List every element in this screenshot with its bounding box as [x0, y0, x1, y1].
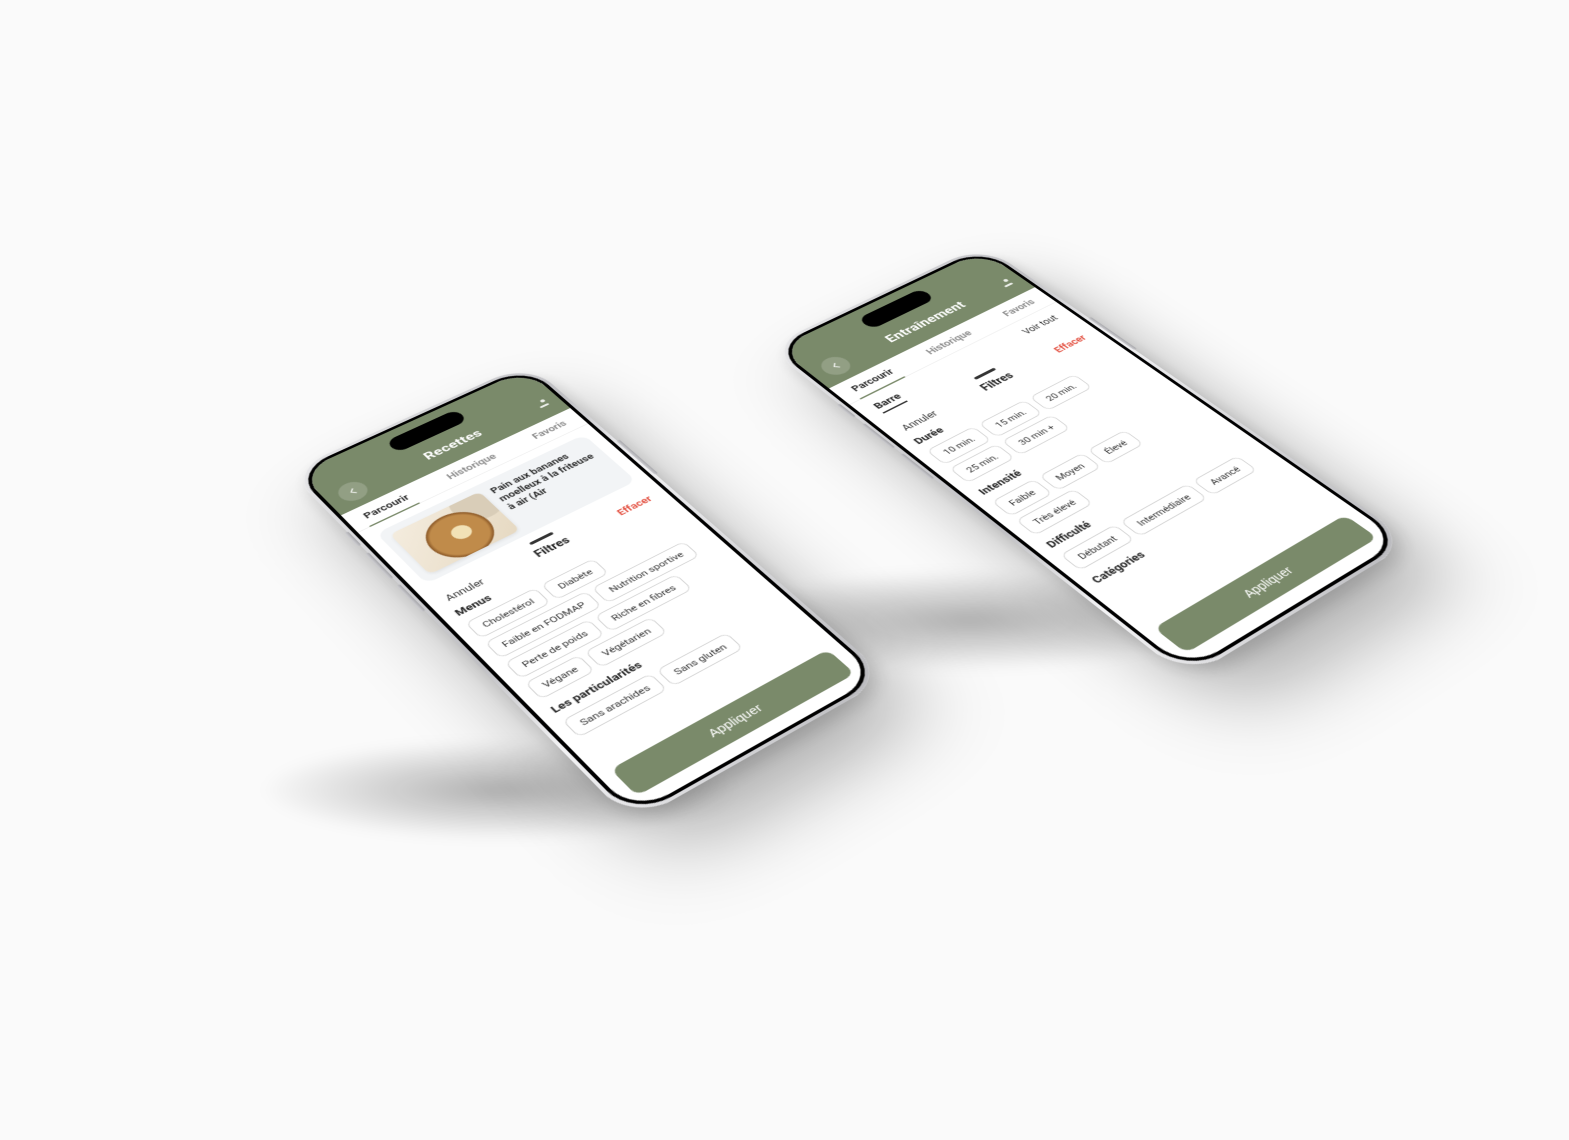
filter-chip[interactable]: Débutant — [1059, 524, 1133, 570]
filter-chip[interactable]: Cholestérol — [464, 587, 550, 638]
phone-entrainement: Entraînement Parcourir Historique Favori… — [766, 245, 1411, 679]
back-button[interactable] — [332, 478, 372, 505]
filter-group-title: Les particularités — [547, 592, 771, 715]
filter-group-title: Difficulté — [1043, 437, 1243, 550]
filter-chip[interactable]: Végane — [524, 654, 595, 699]
apply-button[interactable]: Appliquer — [1153, 515, 1377, 653]
filter-chip[interactable]: Faible — [991, 479, 1052, 516]
filter-chip[interactable]: Végétarien — [584, 617, 667, 668]
filter-group: DifficultéDébutantIntermédiaireAvancé — [1043, 437, 1270, 571]
filter-chip[interactable]: Moyen — [1038, 453, 1101, 491]
filter-group: Catégories — [1088, 469, 1295, 591]
filters-body: Durée10 min.15 min.20 min.25 min.30 min … — [900, 338, 1345, 628]
view-all-link[interactable]: Voir tout — [1019, 314, 1060, 336]
filters-cancel[interactable]: Annuler — [442, 577, 487, 603]
filter-chip[interactable]: Avancé — [1192, 456, 1257, 495]
filter-group: Les particularitésSans arachidesSans glu… — [547, 592, 794, 737]
filter-chip[interactable]: Riche en fibres — [593, 574, 691, 632]
filter-chip[interactable]: Sans arachides — [561, 673, 667, 737]
filter-chip[interactable]: Perte de poids — [504, 619, 604, 679]
selected-category[interactable]: Barre — [871, 392, 908, 414]
phone-recettes: Recettes Parcourir Historique Favoris — [288, 363, 889, 823]
settings-icon[interactable] — [998, 279, 1013, 288]
chevron-left-icon — [826, 360, 845, 372]
filter-group-title: Catégories — [1088, 469, 1289, 586]
tab-favorites[interactable]: Favoris — [529, 419, 573, 445]
filter-chip[interactable]: Intermédiaire — [1119, 483, 1207, 536]
chevron-left-icon — [343, 485, 362, 497]
apply-button[interactable]: Appliquer — [610, 649, 855, 796]
filter-chip[interactable]: 25 min. — [948, 444, 1014, 483]
filter-chip[interactable]: Nutrition sportive — [591, 541, 699, 603]
back-button[interactable] — [815, 353, 856, 378]
filter-chip[interactable]: Faible en FODMAP — [484, 591, 602, 659]
settings-icon[interactable] — [534, 399, 549, 408]
filter-chip[interactable]: Très élevé — [1015, 489, 1092, 536]
filter-chip[interactable]: Sans gluten — [655, 632, 742, 686]
